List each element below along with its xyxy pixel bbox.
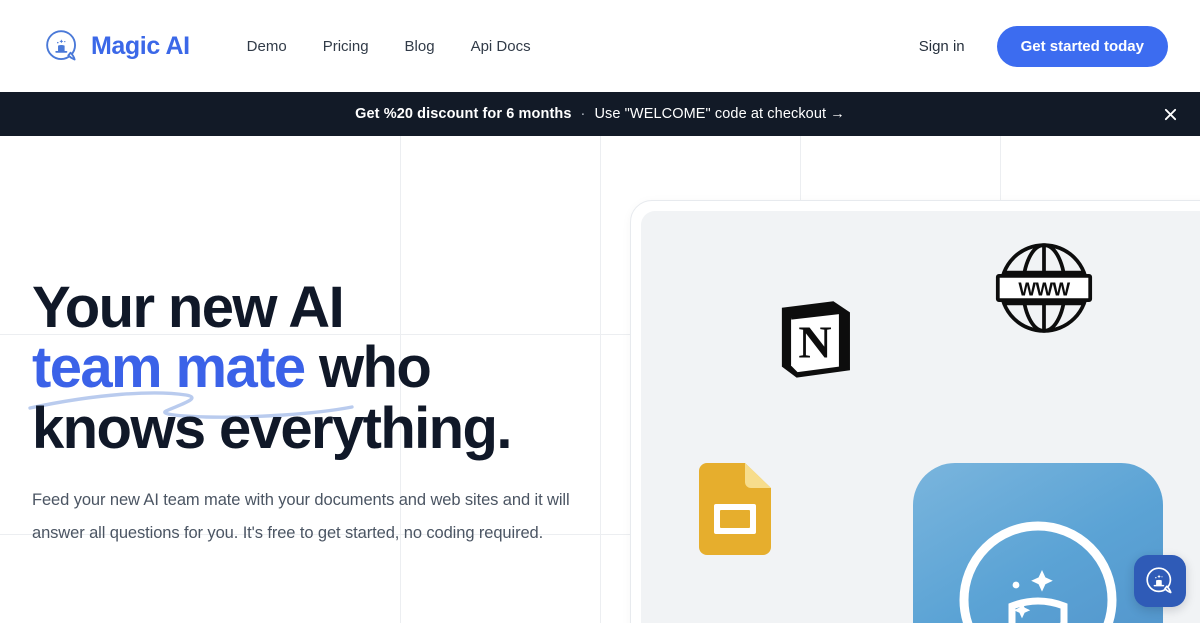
magic-ai-app-icon[interactable] <box>913 463 1163 623</box>
announcement-message[interactable]: Get %20 discount for 6 months · Use "WEL… <box>355 106 845 122</box>
svg-text:WWW: WWW <box>1018 279 1070 300</box>
sign-in-link[interactable]: Sign in <box>919 38 965 55</box>
headline-line-3: knows everything. <box>32 395 512 461</box>
nav-item-blog[interactable]: Blog <box>405 38 435 55</box>
primary-nav: Demo Pricing Blog Api Docs <box>247 38 531 55</box>
announcement-bold-text: Get %20 discount for 6 months <box>355 106 572 122</box>
svg-text:N: N <box>798 316 831 367</box>
site-header: Magic AI Demo Pricing Blog Api Docs Sign… <box>0 0 1200 92</box>
announcement-bar: Get %20 discount for 6 months · Use "WEL… <box>0 92 1200 136</box>
showcase-canvas: N WWW <box>641 211 1200 623</box>
header-actions: Sign in Get started today <box>919 25 1168 67</box>
headline-line-2-rest: who <box>304 335 432 401</box>
integrations-showcase-card: N WWW <box>630 200 1200 623</box>
get-started-button[interactable]: Get started today <box>996 25 1168 67</box>
brand-logo[interactable]: Magic AI <box>44 28 190 64</box>
brand-name: Magic AI <box>91 31 190 60</box>
hero-paragraph: Feed your new AI team mate with your doc… <box>32 490 570 542</box>
close-icon[interactable] <box>1156 100 1184 128</box>
headline-line-1: Your new AI <box>32 275 345 340</box>
announcement-rest-text: Use "WELCOME" code at checkout → <box>594 106 845 122</box>
announcement-separator: · <box>580 106 586 122</box>
www-globe-icon[interactable]: WWW <box>989 233 1099 343</box>
hero-copy: Your new AI team mate who knows everythi… <box>28 275 612 550</box>
nav-item-pricing[interactable]: Pricing <box>323 38 369 55</box>
nav-item-demo[interactable]: Demo <box>247 38 287 55</box>
magic-ai-chat-bubble-icon[interactable] <box>1134 555 1186 607</box>
magic-hat-chat-bubble-icon <box>44 28 80 64</box>
google-slides-icon[interactable] <box>699 463 771 555</box>
app-tile <box>913 463 1163 623</box>
headline-accent: team mate <box>32 335 306 401</box>
notion-icon[interactable]: N <box>769 293 861 385</box>
hero-section: Your new AI team mate who knows everythi… <box>0 136 1200 623</box>
nav-item-api-docs[interactable]: Api Docs <box>471 38 531 55</box>
page-title: Your new AI team mate who knows everythi… <box>28 275 612 461</box>
